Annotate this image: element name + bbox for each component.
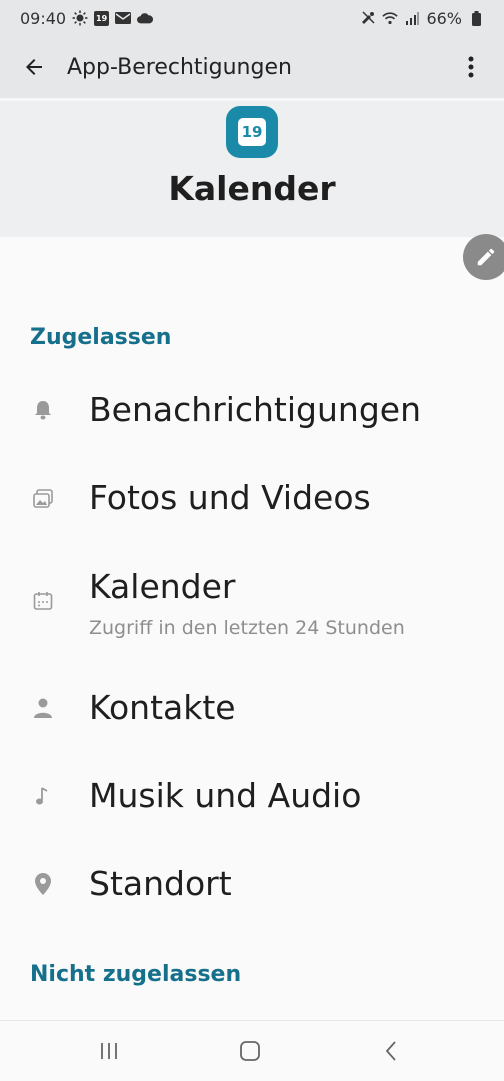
permission-label: Fotos und Videos (89, 478, 371, 517)
status-right: 66% (360, 9, 484, 28)
music-note-icon (32, 785, 54, 807)
permission-item-location[interactable]: Standort (0, 844, 504, 926)
pencil-icon (477, 248, 495, 266)
permission-item-photos[interactable]: Fotos und Videos (0, 458, 504, 540)
permission-label: Kontakte (89, 688, 236, 727)
status-time: 09:40 (20, 8, 67, 28)
status-bar: 09:40 19 66% (0, 0, 504, 36)
battery-percent: 66% (426, 8, 462, 28)
brightness-icon (72, 10, 88, 26)
chevron-left-icon (385, 1041, 396, 1061)
permission-item-calendar[interactable]: Kalender Zugriff in den letzten 24 Stund… (0, 548, 504, 654)
system-nav-bar (0, 1020, 504, 1081)
mail-icon (115, 10, 132, 26)
calendar-notification-icon: 19 (94, 10, 110, 26)
back-nav-button[interactable] (371, 1033, 411, 1069)
permission-item-contacts[interactable]: Kontakte (0, 668, 504, 750)
app-bar: App-Berechtigungen (0, 36, 504, 98)
bell-icon (32, 399, 54, 421)
wifi-icon (382, 10, 399, 26)
permission-label: Standort (89, 864, 232, 903)
more-options-button[interactable] (450, 46, 492, 88)
home-icon (240, 1041, 260, 1061)
section-title-allowed: Zugelassen (30, 325, 172, 350)
signal-icon (404, 10, 420, 26)
person-icon (32, 697, 54, 719)
section-title-denied: Nicht zugelassen (30, 962, 242, 987)
app-bar-title: App-Berechtigungen (67, 54, 292, 80)
image-icon (32, 488, 54, 510)
permission-item-music[interactable]: Musik und Audio (0, 756, 504, 838)
permission-label: Benachrichtigungen (89, 390, 421, 429)
battery-icon (468, 10, 484, 26)
app-header: 19 Kalender (0, 101, 504, 237)
cloud-icon (137, 10, 154, 26)
permission-item-notifications[interactable]: Benachrichtigungen (0, 370, 504, 452)
arrow-back-icon (26, 59, 42, 75)
calendar-app-icon-day: 19 (238, 118, 266, 146)
recent-apps-button[interactable] (89, 1033, 129, 1069)
permission-label: Musik und Audio (89, 776, 362, 815)
more-vert-icon (468, 56, 474, 78)
app-name: Kalender (168, 169, 336, 208)
location-pin-icon (32, 873, 54, 895)
mute-icon (360, 10, 376, 26)
recent-apps-icon (101, 1043, 117, 1059)
status-left: 09:40 19 (20, 8, 154, 28)
permission-subtitle: Zugriff in den letzten 24 Stunden (89, 617, 405, 639)
edit-button[interactable] (463, 234, 504, 280)
permission-label: Kalender (89, 567, 236, 606)
calendar-icon (32, 590, 54, 612)
back-button[interactable] (13, 46, 55, 88)
calendar-app-icon: 19 (226, 106, 278, 158)
home-button[interactable] (230, 1033, 270, 1069)
